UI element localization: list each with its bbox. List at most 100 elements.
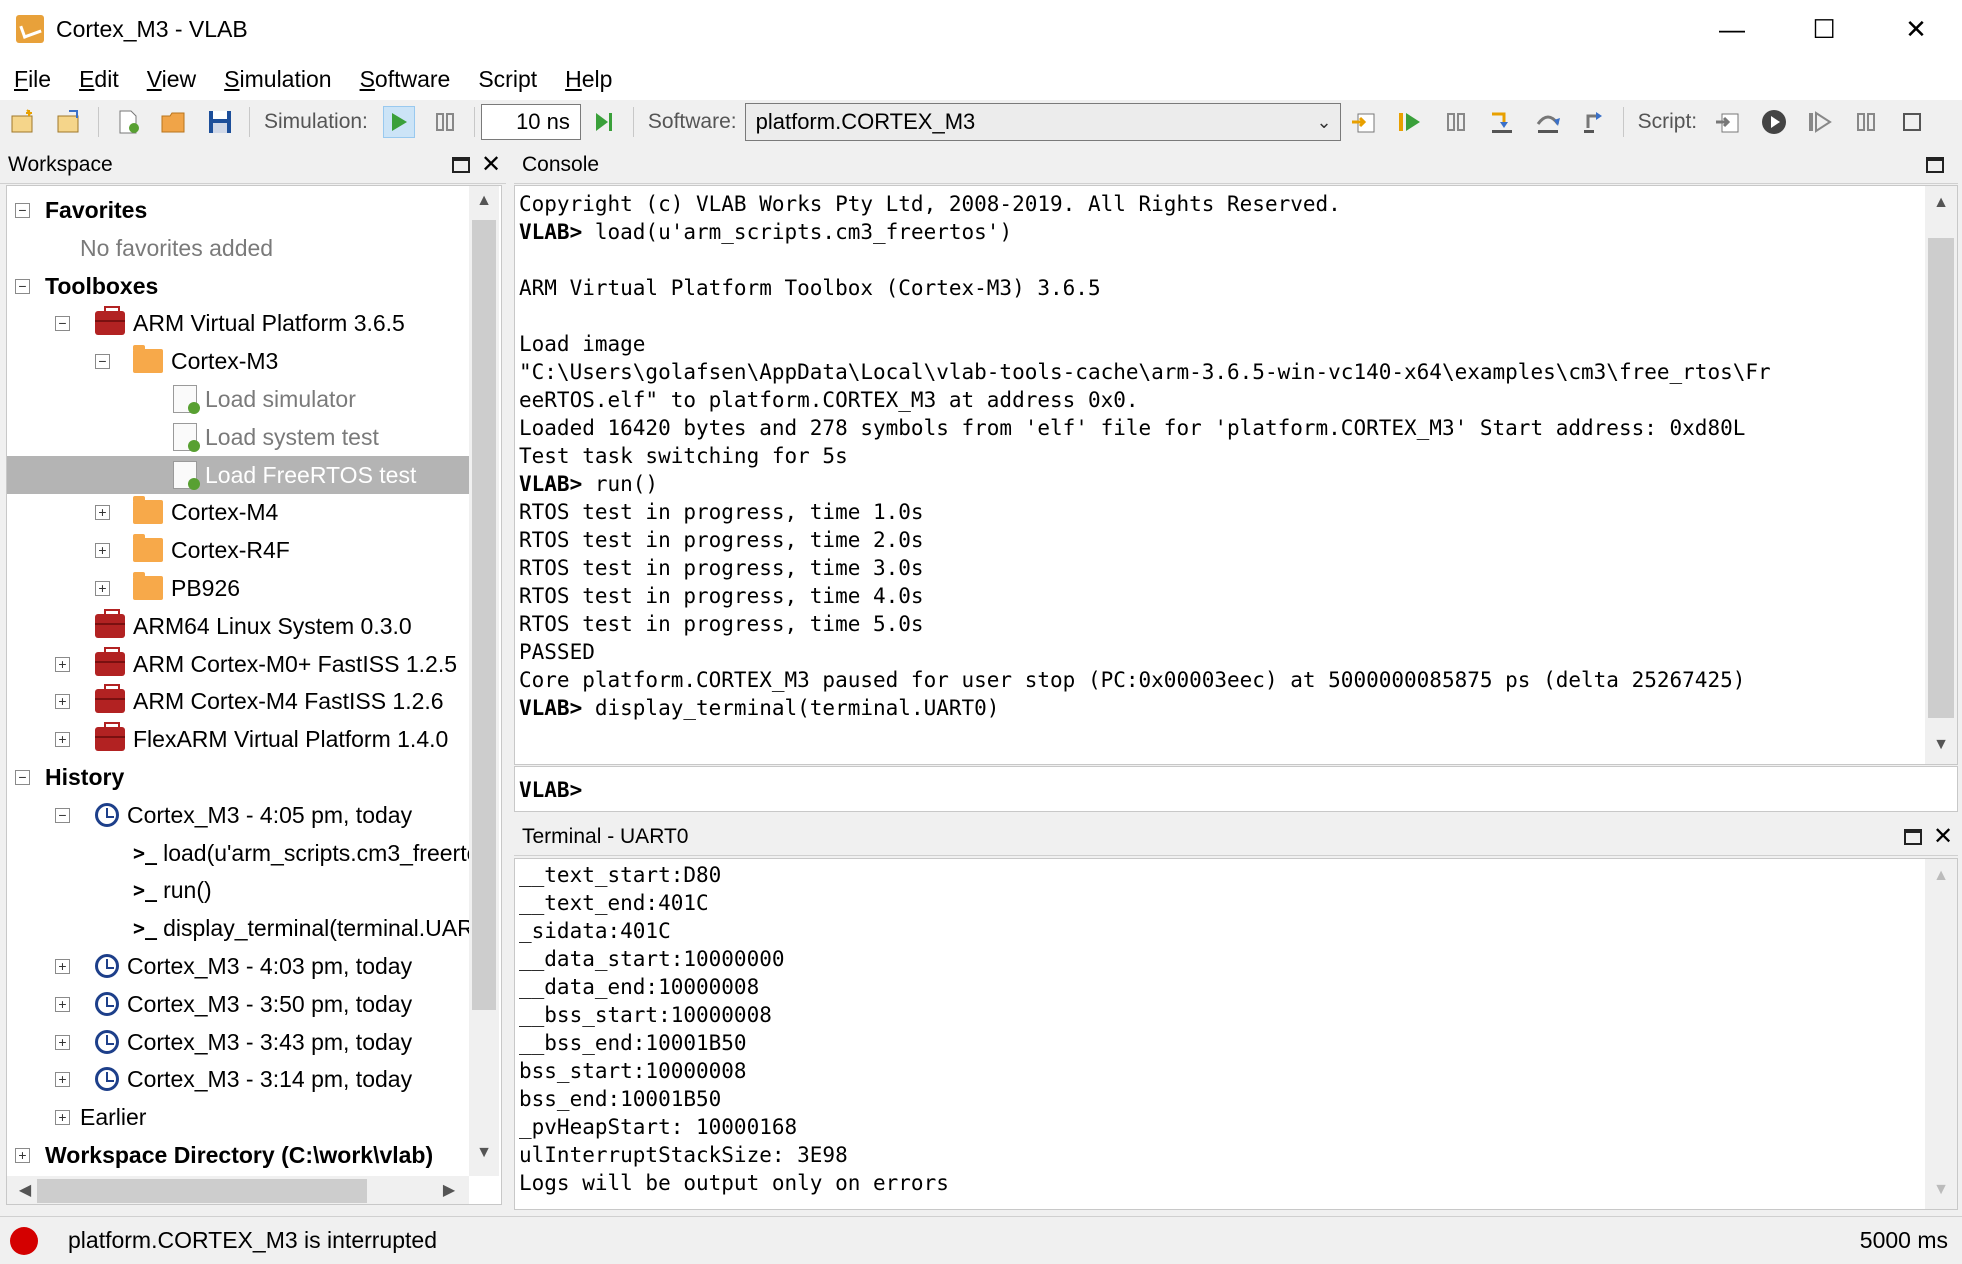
- collapse-icon[interactable]: −: [55, 316, 70, 331]
- scroll-right-icon[interactable]: ▶: [439, 1180, 459, 1200]
- scroll-up-icon[interactable]: ▲: [1925, 194, 1957, 212]
- script-stop-icon[interactable]: [1896, 106, 1928, 138]
- step-over-icon[interactable]: [1532, 106, 1564, 138]
- workspace-vertical-scrollbar[interactable]: ▲ ▼: [469, 186, 499, 1176]
- tree-item-m4-fastiss[interactable]: ARM Cortex-M4 FastISS 1.2.6: [95, 682, 444, 720]
- expand-icon[interactable]: +: [55, 1072, 70, 1087]
- menu-view[interactable]: View: [147, 66, 196, 93]
- menu-edit[interactable]: Edit: [79, 66, 119, 93]
- scroll-down-icon[interactable]: ▼: [469, 1144, 499, 1162]
- run-time-input[interactable]: 10 ns: [480, 104, 581, 140]
- scroll-up-icon[interactable]: ▲: [1925, 867, 1957, 885]
- tree-item-load-simulator[interactable]: Load simulator: [173, 380, 356, 418]
- minimize-button[interactable]: —: [1686, 0, 1778, 58]
- expand-icon[interactable]: +: [95, 543, 110, 558]
- toolbar-separator: [98, 107, 99, 137]
- scrollbar-thumb[interactable]: [472, 220, 496, 1010]
- scrollbar-thumb[interactable]: [1928, 238, 1954, 718]
- script-pause-icon[interactable]: [1850, 106, 1882, 138]
- pause-simulation-button[interactable]: [429, 106, 461, 138]
- terminal-scrollbar[interactable]: ▲ ▼: [1925, 859, 1957, 1209]
- run-for-time-button[interactable]: [588, 106, 620, 138]
- run-script-icon[interactable]: [1758, 106, 1790, 138]
- new-workspace-icon[interactable]: [7, 106, 39, 138]
- scroll-left-icon[interactable]: ◀: [15, 1180, 35, 1200]
- tree-item-toolboxes[interactable]: Toolboxes: [45, 267, 158, 305]
- tree-item-hist-314[interactable]: Cortex_M3 - 3:14 pm, today: [95, 1060, 412, 1098]
- step-out-icon[interactable]: [1578, 106, 1610, 138]
- collapse-icon[interactable]: −: [15, 770, 30, 785]
- tree-item-cortex-r4f[interactable]: Cortex-R4F: [133, 531, 290, 569]
- float-panel-icon[interactable]: [1904, 829, 1922, 845]
- tree-item-workspace-dir[interactable]: Workspace Directory (C:\work\vlab): [45, 1136, 433, 1174]
- scroll-down-icon[interactable]: ▼: [1925, 736, 1957, 754]
- close-panel-icon[interactable]: ✕: [1932, 818, 1954, 856]
- open-workspace-icon[interactable]: [53, 106, 85, 138]
- expand-icon[interactable]: +: [55, 1035, 70, 1050]
- expand-icon[interactable]: +: [55, 1110, 70, 1125]
- tree-item-hist-350[interactable]: Cortex_M3 - 3:50 pm, today: [95, 985, 412, 1023]
- menu-file[interactable]: File: [14, 66, 51, 93]
- workspace-horizontal-scrollbar[interactable]: ◀ ▶: [7, 1176, 469, 1204]
- tree-item-cmd-display[interactable]: >_ display_terminal(terminal.UAR: [133, 909, 474, 947]
- scroll-up-icon[interactable]: ▲: [469, 192, 499, 210]
- tree-item-m0plus-fastiss[interactable]: ARM Cortex-M0+ FastISS 1.2.5: [95, 645, 457, 683]
- software-select[interactable]: platform.CORTEX_M3 ⌄: [744, 103, 1341, 141]
- tree-item-load-system-test[interactable]: Load system test: [173, 418, 379, 456]
- tree-item-arm64-linux[interactable]: ARM64 Linux System 0.3.0: [95, 607, 412, 645]
- menu-help[interactable]: Help: [565, 66, 612, 93]
- console-scrollbar[interactable]: ▲ ▼: [1925, 186, 1957, 764]
- tree-item-arm-vp[interactable]: ARM Virtual Platform 3.6.5: [95, 304, 405, 342]
- tree-item-cmd-run[interactable]: >_ run(): [133, 871, 212, 909]
- collapse-icon[interactable]: −: [15, 279, 30, 294]
- new-file-icon[interactable]: [112, 106, 144, 138]
- save-icon[interactable]: [204, 106, 236, 138]
- collapse-icon[interactable]: −: [95, 354, 110, 369]
- expand-icon[interactable]: +: [55, 694, 70, 709]
- tree-item-label: Load simulator: [205, 386, 356, 412]
- expand-icon[interactable]: +: [95, 505, 110, 520]
- expand-icon[interactable]: +: [55, 959, 70, 974]
- tree-item-hist-405[interactable]: Cortex_M3 - 4:05 pm, today: [95, 796, 412, 834]
- console-output[interactable]: Copyright (c) VLAB Works Pty Ltd, 2008-2…: [514, 185, 1958, 765]
- tree-item-earlier[interactable]: Earlier: [80, 1098, 146, 1136]
- expand-icon[interactable]: +: [15, 1148, 30, 1163]
- tree-item-cortex-m3[interactable]: Cortex-M3: [133, 342, 278, 380]
- scrollbar-thumb[interactable]: [37, 1179, 367, 1203]
- step-into-icon[interactable]: [1486, 106, 1518, 138]
- float-panel-icon[interactable]: [1926, 157, 1944, 173]
- expand-icon[interactable]: +: [55, 732, 70, 747]
- menu-simulation[interactable]: Simulation: [224, 66, 331, 93]
- tree-item-cortex-m4[interactable]: Cortex-M4: [133, 493, 278, 531]
- tree-item-load-freertos-test[interactable]: Load FreeRTOS test: [7, 456, 469, 494]
- load-software-icon[interactable]: [1348, 106, 1380, 138]
- close-button[interactable]: ✕: [1870, 0, 1962, 58]
- tree-item-cmd-load[interactable]: >_ load(u'arm_scripts.cm3_freerto: [133, 834, 479, 872]
- tree-item-favorites[interactable]: Favorites: [45, 191, 147, 229]
- float-panel-icon[interactable]: [452, 157, 470, 173]
- tree-item-pb926[interactable]: PB926: [133, 569, 240, 607]
- software-run-icon[interactable]: [1394, 106, 1426, 138]
- expand-icon[interactable]: +: [55, 997, 70, 1012]
- collapse-icon[interactable]: −: [55, 808, 70, 823]
- collapse-icon[interactable]: −: [15, 203, 30, 218]
- open-folder-icon[interactable]: [158, 106, 190, 138]
- tree-item-hist-403[interactable]: Cortex_M3 - 4:03 pm, today: [95, 947, 412, 985]
- menu-software[interactable]: Software: [360, 66, 451, 93]
- tree-item-flexarm[interactable]: FlexARM Virtual Platform 1.4.0: [95, 720, 448, 758]
- tree-item-hist-343[interactable]: Cortex_M3 - 3:43 pm, today: [95, 1023, 412, 1061]
- run-simulation-button[interactable]: [382, 106, 415, 138]
- script-continue-icon[interactable]: [1804, 106, 1836, 138]
- terminal-output[interactable]: __text_start:D80 __text_end:401C _sidata:4…: [514, 858, 1958, 1210]
- close-panel-icon[interactable]: ✕: [480, 146, 502, 184]
- menu-script[interactable]: Script: [478, 66, 537, 93]
- tree-item-no-favorites[interactable]: No favorites added: [80, 229, 273, 267]
- console-input[interactable]: VLAB>: [514, 766, 1958, 812]
- maximize-button[interactable]: ☐: [1778, 0, 1870, 58]
- software-pause-icon[interactable]: [1440, 106, 1472, 138]
- load-script-icon[interactable]: [1712, 106, 1744, 138]
- expand-icon[interactable]: +: [95, 581, 110, 596]
- expand-icon[interactable]: +: [55, 657, 70, 672]
- tree-item-history[interactable]: History: [45, 758, 124, 796]
- scroll-down-icon[interactable]: ▼: [1925, 1181, 1957, 1199]
